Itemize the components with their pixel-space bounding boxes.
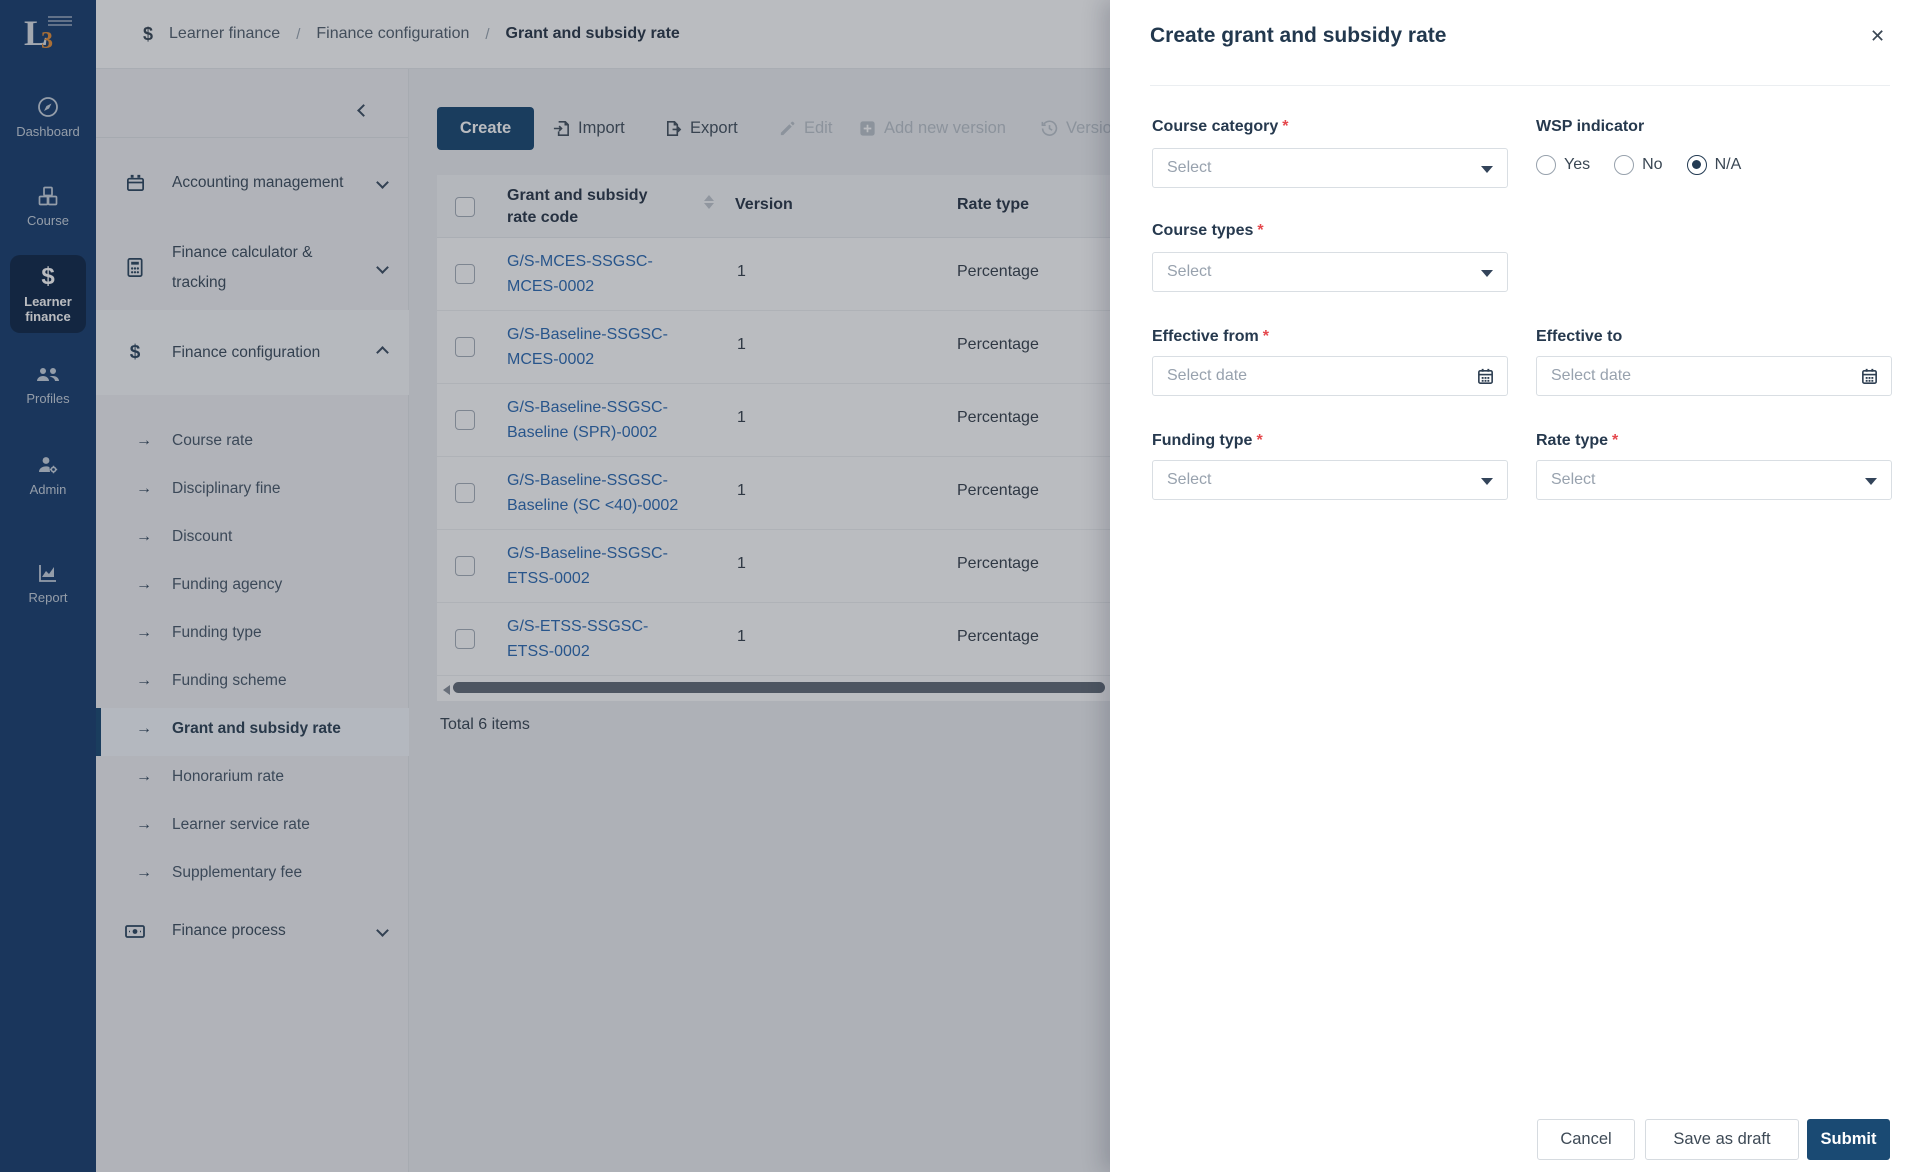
divider — [1150, 85, 1890, 86]
required-asterisk: * — [1612, 432, 1618, 449]
effective-from-label: Effective from* — [1152, 328, 1269, 346]
effective-to-date-input[interactable]: Select date — [1536, 356, 1892, 396]
course-types-select[interactable]: Select — [1152, 252, 1508, 292]
wsp-radio-yes[interactable]: Yes — [1536, 155, 1590, 175]
chevron-down-icon — [1865, 478, 1877, 485]
required-asterisk: * — [1256, 432, 1262, 449]
calendar-icon — [1476, 367, 1495, 386]
funding-type-label: Funding type* — [1152, 432, 1263, 450]
submit-button[interactable]: Submit — [1807, 1119, 1890, 1160]
cancel-button[interactable]: Cancel — [1537, 1119, 1635, 1160]
course-types-label: Course types* — [1152, 222, 1264, 240]
close-icon[interactable]: ✕ — [1870, 26, 1885, 47]
required-asterisk: * — [1257, 222, 1263, 239]
required-asterisk: * — [1282, 118, 1288, 135]
radio-selected-icon — [1687, 155, 1707, 175]
rate-type-select[interactable]: Select — [1536, 460, 1892, 500]
wsp-radio-group: Yes No N/A — [1536, 155, 1741, 175]
chevron-down-icon — [1481, 270, 1493, 277]
wsp-radio-na[interactable]: N/A — [1687, 155, 1742, 175]
app-root: L 3 Dashboard Course $ Learner finance — [0, 0, 1917, 1172]
rate-type-label: Rate type* — [1536, 432, 1618, 450]
course-category-label: Course category* — [1152, 118, 1289, 136]
save-as-draft-button[interactable]: Save as draft — [1645, 1119, 1799, 1160]
create-grant-subsidy-drawer: Create grant and subsidy rate ✕ Course c… — [1110, 0, 1917, 1172]
drawer-overlay-mask[interactable] — [0, 0, 1110, 1172]
radio-icon — [1614, 155, 1634, 175]
chevron-down-icon — [1481, 478, 1493, 485]
calendar-icon — [1860, 367, 1879, 386]
funding-type-select[interactable]: Select — [1152, 460, 1508, 500]
required-asterisk: * — [1263, 328, 1269, 345]
effective-from-date-input[interactable]: Select date — [1152, 356, 1508, 396]
radio-icon — [1536, 155, 1556, 175]
chevron-down-icon — [1481, 166, 1493, 173]
drawer-title: Create grant and subsidy rate — [1150, 24, 1446, 48]
wsp-indicator-label: WSP indicator — [1536, 118, 1644, 136]
course-category-select[interactable]: Select — [1152, 148, 1508, 188]
effective-to-label: Effective to — [1536, 328, 1622, 346]
wsp-radio-no[interactable]: No — [1614, 155, 1662, 175]
